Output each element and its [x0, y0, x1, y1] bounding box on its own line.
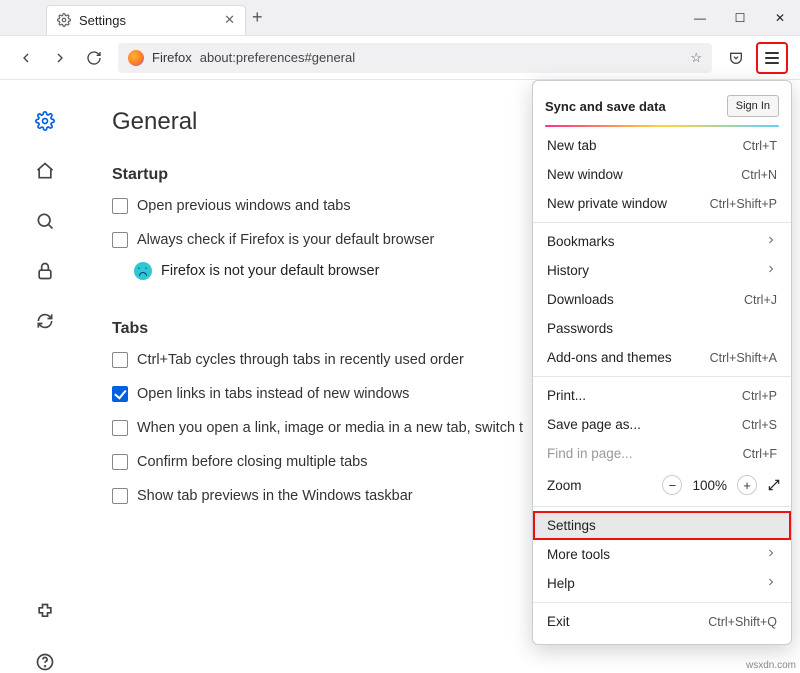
- menu-new-tab[interactable]: New tabCtrl+T: [533, 131, 791, 160]
- taskbar-previews-label: Show tab previews in the Windows taskbar: [137, 488, 413, 504]
- open-links-label: Open links in tabs instead of new window…: [137, 386, 409, 402]
- chevron-right-icon: [765, 263, 777, 278]
- sign-in-button[interactable]: Sign In: [727, 95, 779, 117]
- menu-separator: [533, 376, 791, 377]
- chevron-right-icon: [765, 234, 777, 249]
- title-bar: Settings ✕ + — ☐ ✕: [0, 0, 800, 36]
- nav-toolbar: Firefox about:preferences#general ☆: [0, 36, 800, 80]
- chevron-right-icon: [765, 547, 777, 562]
- menu-settings[interactable]: Settings: [533, 511, 791, 540]
- sync-gradient-divider: [545, 125, 779, 127]
- minimize-button[interactable]: —: [680, 0, 720, 36]
- close-tab-icon[interactable]: ✕: [224, 12, 235, 28]
- sad-face-icon: [134, 262, 152, 280]
- sidebar-extensions-icon[interactable]: [34, 601, 56, 623]
- switch-to-tab-label: When you open a link, image or media in …: [137, 420, 523, 436]
- menu-history[interactable]: History: [533, 256, 791, 285]
- url-bar[interactable]: Firefox about:preferences#general ☆: [118, 43, 712, 73]
- reload-button[interactable]: [80, 44, 108, 72]
- menu-zoom-row: Zoom − 100% +: [533, 468, 791, 502]
- fullscreen-icon[interactable]: [767, 478, 781, 492]
- menu-sync-header: Sync and save data Sign In: [533, 89, 791, 125]
- menu-addons[interactable]: Add-ons and themesCtrl+Shift+A: [533, 343, 791, 372]
- menu-separator: [533, 602, 791, 603]
- tab-title: Settings: [79, 13, 126, 28]
- menu-more-tools[interactable]: More tools: [533, 540, 791, 569]
- open-previous-label: Open previous windows and tabs: [137, 198, 351, 214]
- forward-button[interactable]: [46, 44, 74, 72]
- sidebar-help-icon[interactable]: [34, 651, 56, 673]
- default-browser-text: Firefox is not your default browser: [161, 263, 379, 279]
- menu-new-private[interactable]: New private windowCtrl+Shift+P: [533, 189, 791, 218]
- menu-help[interactable]: Help: [533, 569, 791, 598]
- new-tab-button[interactable]: +: [252, 7, 263, 28]
- menu-passwords[interactable]: Passwords: [533, 314, 791, 343]
- window-controls: — ☐ ✕: [680, 0, 800, 36]
- browser-tab[interactable]: Settings ✕: [46, 5, 246, 35]
- app-menu-panel: Sync and save data Sign In New tabCtrl+T…: [532, 80, 792, 645]
- back-button[interactable]: [12, 44, 40, 72]
- zoom-value: 100%: [692, 478, 727, 493]
- zoom-label: Zoom: [547, 478, 582, 493]
- menu-find[interactable]: Find in page...Ctrl+F: [533, 439, 791, 468]
- app-menu-button[interactable]: [760, 46, 784, 70]
- pocket-icon[interactable]: [722, 44, 750, 72]
- zoom-in-button[interactable]: +: [737, 475, 757, 495]
- chevron-right-icon: [765, 576, 777, 591]
- firefox-icon: [128, 50, 144, 66]
- menu-save-page[interactable]: Save page as...Ctrl+S: [533, 410, 791, 439]
- sidebar-privacy-icon[interactable]: [34, 260, 56, 282]
- zoom-out-button[interactable]: −: [662, 475, 682, 495]
- bookmark-star-icon[interactable]: ☆: [690, 50, 702, 66]
- menu-separator: [533, 506, 791, 507]
- settings-sidebar: [0, 80, 90, 673]
- sidebar-home-icon[interactable]: [34, 160, 56, 182]
- sync-title: Sync and save data: [545, 99, 666, 114]
- sidebar-search-icon[interactable]: [34, 210, 56, 232]
- menu-bookmarks[interactable]: Bookmarks: [533, 227, 791, 256]
- menu-downloads[interactable]: DownloadsCtrl+J: [533, 285, 791, 314]
- close-window-button[interactable]: ✕: [760, 0, 800, 36]
- app-menu-highlight: [756, 42, 788, 74]
- maximize-button[interactable]: ☐: [720, 0, 760, 36]
- url-product: Firefox: [152, 50, 192, 65]
- confirm-close-label: Confirm before closing multiple tabs: [137, 454, 368, 470]
- ctrl-tab-label: Ctrl+Tab cycles through tabs in recently…: [137, 352, 464, 368]
- sidebar-sync-icon[interactable]: [34, 310, 56, 332]
- gear-icon: [57, 13, 71, 27]
- menu-exit[interactable]: ExitCtrl+Shift+Q: [533, 607, 791, 636]
- url-address: about:preferences#general: [200, 50, 355, 65]
- menu-separator: [533, 222, 791, 223]
- always-check-label: Always check if Firefox is your default …: [137, 232, 434, 248]
- sidebar-general-icon[interactable]: [34, 110, 56, 132]
- watermark: wsxdn.com: [746, 660, 796, 671]
- menu-print[interactable]: Print...Ctrl+P: [533, 381, 791, 410]
- menu-new-window[interactable]: New windowCtrl+N: [533, 160, 791, 189]
